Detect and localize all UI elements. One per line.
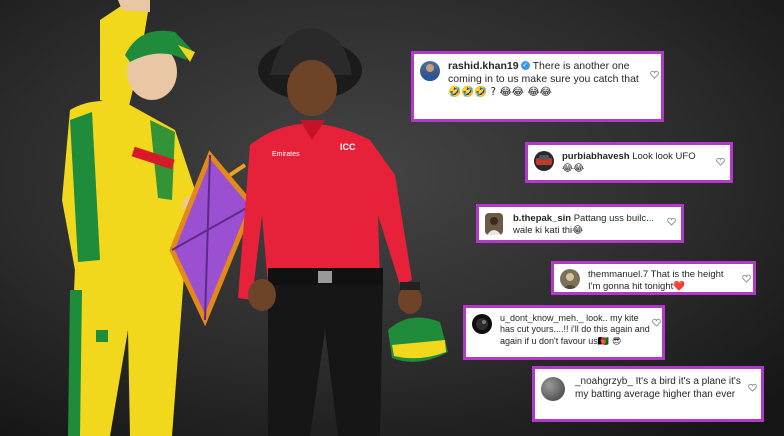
comment-emoji: 🤣🤣🤣 ? 😂😂 😂😂 bbox=[448, 86, 552, 99]
user-avatar[interactable] bbox=[485, 213, 503, 235]
heart-icon[interactable] bbox=[748, 383, 757, 392]
user-avatar[interactable] bbox=[420, 61, 440, 81]
comment-card: themmanuel.7 That is the height I'm gonn… bbox=[551, 261, 756, 295]
comment-card: b.thepak_sin Pattang uss builc... wale k… bbox=[476, 204, 684, 243]
comment-username[interactable]: themmanuel.7 bbox=[588, 269, 648, 280]
user-avatar[interactable] bbox=[472, 314, 492, 334]
comment-username[interactable]: rashid.khan19 bbox=[448, 60, 519, 72]
comment-card: _noahgrzyb_ It's a bird it's a plane it'… bbox=[532, 366, 764, 422]
verified-badge-icon: ✓ bbox=[520, 61, 530, 71]
comment-emoji: 🇦🇫 😎 bbox=[597, 336, 622, 347]
user-avatar[interactable] bbox=[560, 269, 580, 289]
comment-username[interactable]: u_dont_know_meh._ bbox=[500, 313, 584, 323]
comment-emoji: ❤️ bbox=[673, 280, 686, 292]
svg-text:ICC: ICC bbox=[340, 142, 356, 152]
comment-username[interactable]: _noahgrzyb_ bbox=[575, 376, 633, 387]
comment-username[interactable]: b.thepak_sin bbox=[513, 213, 571, 224]
user-avatar[interactable] bbox=[534, 151, 554, 171]
comment-username[interactable]: purbiabhavesh bbox=[562, 151, 630, 162]
svg-text:Emirates: Emirates bbox=[272, 151, 300, 158]
photo-scene: ICC Emirates rashid.khan19 ✓ There is anot… bbox=[0, 0, 784, 436]
heart-icon[interactable] bbox=[652, 318, 661, 327]
user-avatar[interactable] bbox=[541, 377, 565, 401]
comment-emoji: 😂😂 bbox=[562, 162, 585, 174]
comment-card: u_dont_know_meh._ look.. my kite has cut… bbox=[463, 305, 665, 360]
comment-text: Look look UFO bbox=[632, 151, 696, 162]
comment-emoji: 😂 bbox=[572, 224, 584, 236]
heart-icon[interactable] bbox=[650, 70, 659, 79]
comment-card: purbiabhavesh Look look UFO 😂😂 bbox=[525, 142, 733, 183]
heart-icon[interactable] bbox=[716, 157, 725, 166]
heart-icon[interactable] bbox=[667, 217, 676, 226]
heart-icon[interactable] bbox=[742, 274, 751, 283]
comment-card: rashid.khan19 ✓ There is another one comin… bbox=[411, 51, 664, 122]
